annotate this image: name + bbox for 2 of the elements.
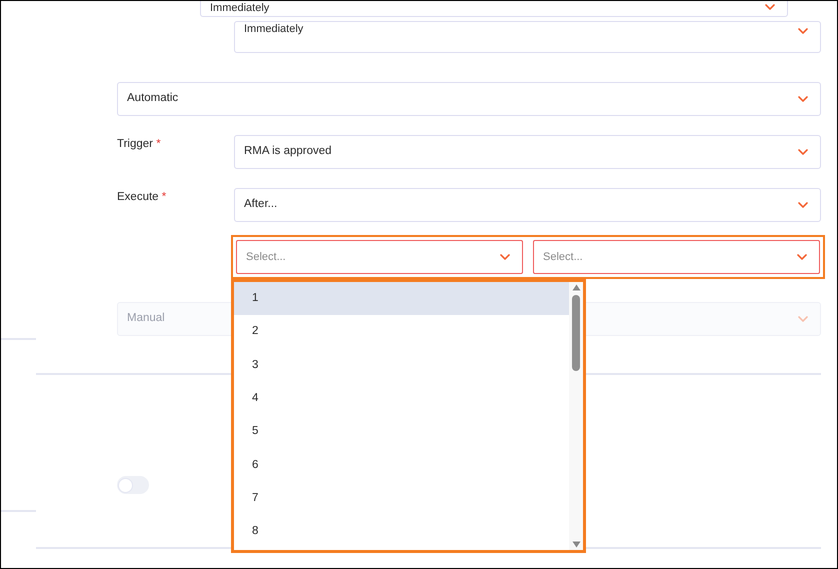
field-label: Trigger * bbox=[117, 137, 162, 152]
field-label: Execute * bbox=[117, 190, 168, 205]
